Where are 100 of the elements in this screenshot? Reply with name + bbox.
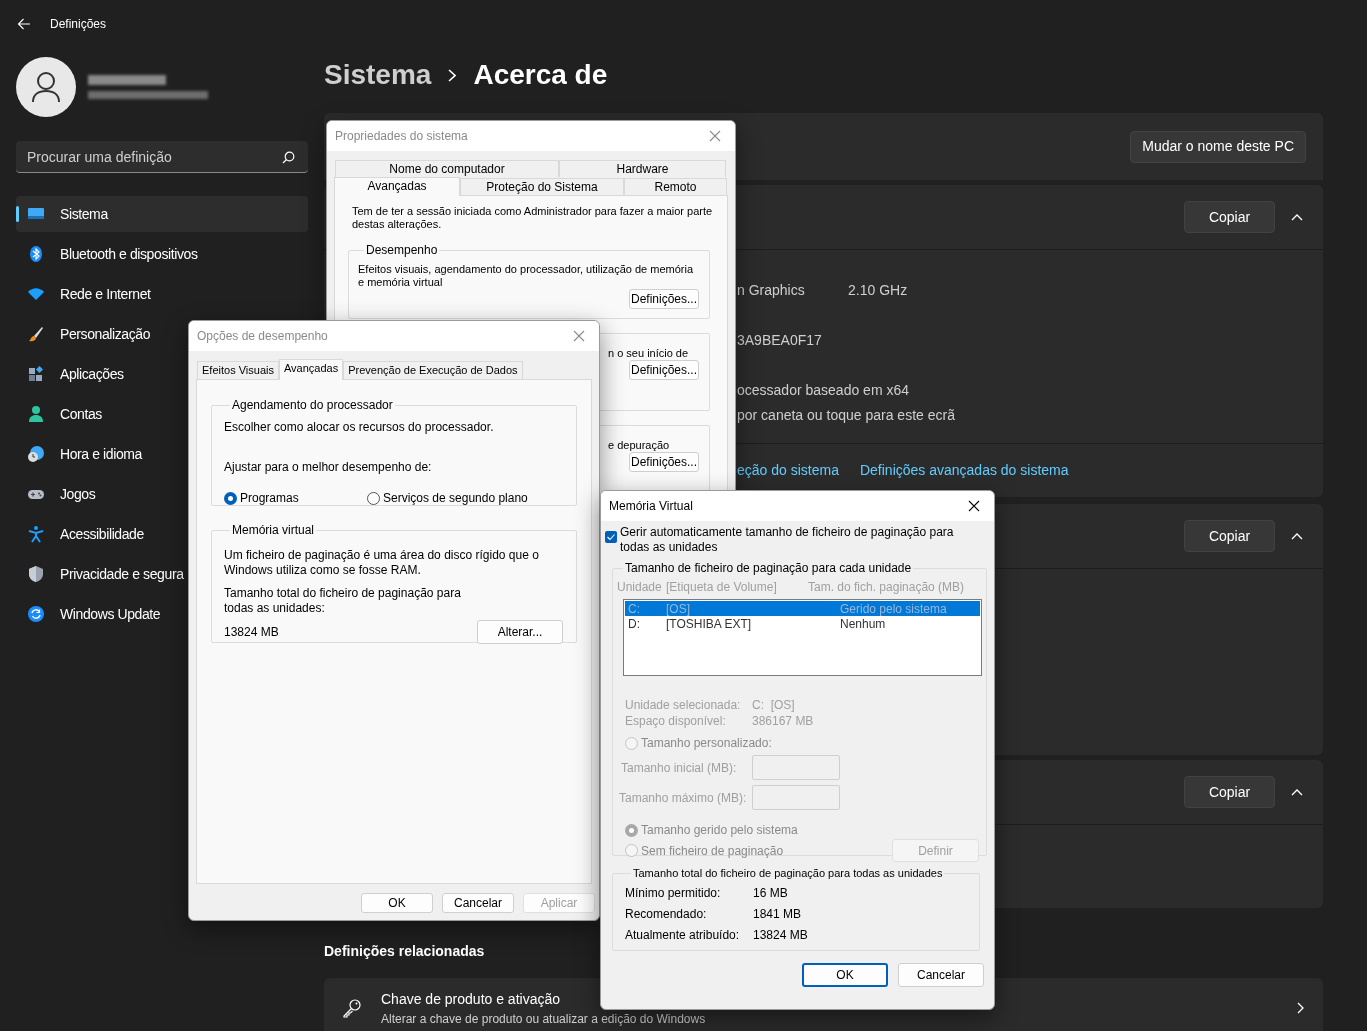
change-button[interactable]: Alterar... — [477, 620, 563, 644]
dialog-button[interactable]: Cancelar — [442, 893, 514, 913]
nav-item[interactable]: Rede e Internet — [16, 276, 308, 312]
settings-button[interactable]: Definições... — [629, 360, 699, 380]
expand-toggle[interactable] — [1289, 532, 1305, 540]
spec-value: 2.10 GHz — [848, 280, 908, 300]
chevron-up-icon — [1291, 532, 1303, 540]
group-text: e depuração — [608, 439, 670, 452]
group-title: Tamanho total do ficheiro de paginação para todas as unidades — [632, 866, 944, 881]
total-label: Mínimo permitido: — [625, 884, 722, 902]
expand-toggle[interactable] — [1289, 213, 1305, 221]
nav-item[interactable]: Bluetooth e dispositivos — [16, 236, 308, 272]
breadcrumb-parent[interactable]: Sistema — [324, 54, 432, 96]
search-field[interactable]: Procurar uma definição — [16, 141, 308, 173]
person-icon — [31, 71, 61, 103]
group-text: Um ficheiro de paginação é uma área do disco rígido que o Windows utiliza como se fosse RAM. — [224, 547, 540, 578]
tab[interactable]: Avançadas — [278, 359, 344, 380]
radio-button[interactable] — [224, 491, 237, 505]
page-title: Acerca de — [473, 58, 608, 92]
settings-button[interactable]: Definições... — [629, 289, 699, 309]
group-title: Tamanho de ficheiro de paginação para cada unidade — [624, 560, 913, 577]
setting-title: Chave de produto e ativação — [381, 989, 561, 1009]
chevron-right-icon — [1297, 1002, 1304, 1014]
total-value: 16 MB — [753, 884, 788, 902]
paintbrush-icon — [27, 325, 45, 343]
tab[interactable]: Avançadas — [334, 177, 460, 196]
copy-button[interactable]: Copiar — [1184, 201, 1275, 233]
drive-letter: C: — [628, 600, 641, 618]
tab[interactable]: Remoto — [624, 178, 727, 195]
accessibility-icon — [27, 525, 45, 543]
note-text: Tem de ter a sessão iniciada como Administrador para fazer a maior parte destas alterações. — [351, 205, 714, 231]
total-value: 13824 MB — [753, 926, 808, 944]
dialog-title: Opções de desempenho — [197, 328, 328, 345]
dialog-button[interactable]: OK — [361, 893, 433, 913]
detail-value: C: [OS] — [752, 697, 795, 714]
nav-item[interactable]: Sistema — [16, 196, 308, 232]
dialog-button[interactable]: OK — [802, 963, 888, 987]
rename-button[interactable]: Mudar o nome deste PC — [1130, 130, 1306, 163]
checkbox-label: Gerir automaticamente tamanho de ficheiro de paginação para todas as unidades — [620, 525, 955, 555]
radio-label: Tamanho personalizado: — [641, 735, 772, 752]
tab[interactable]: Proteção do Sistema — [460, 178, 624, 195]
radio-label: Sem ficheiro de paginação — [641, 842, 784, 860]
total-value: 1841 MB — [753, 905, 802, 923]
spec-value: ocessador baseado em x64 — [737, 380, 909, 400]
refresh-icon — [27, 605, 45, 623]
copy-button[interactable]: Copiar — [1184, 520, 1275, 552]
chevron-up-icon — [1291, 788, 1303, 796]
apps-icon — [27, 365, 45, 383]
settings-link[interactable]: Definições avançadas do sistema — [859, 460, 1069, 481]
key-icon — [342, 998, 362, 1018]
settings-link[interactable]: eção do sistema — [737, 460, 839, 481]
column-header: [Etiqueta de Volume] — [666, 579, 778, 596]
drive-letter: D: — [628, 615, 641, 633]
clock-icon — [27, 445, 45, 463]
total-label: Recomendado: — [625, 905, 708, 923]
group-text: Ajustar para o melhor desempenho de: — [224, 459, 433, 476]
selection-indicator — [16, 206, 19, 222]
tab[interactable]: Nome do computador — [335, 160, 559, 177]
group-text: Escolher como alocar os recursos do processador. — [224, 419, 495, 436]
dialog-title: Propriedades do sistema — [335, 128, 468, 145]
expand-toggle[interactable] — [1289, 788, 1305, 796]
dialog-button[interactable]: Cancelar — [898, 963, 984, 987]
app-title: Definições — [50, 16, 107, 33]
column-header: Tam. do fich. paginação (MB) — [808, 579, 965, 596]
copy-button[interactable]: Copiar — [1184, 776, 1275, 808]
chevron-up-icon — [1291, 213, 1303, 221]
spec-value: por caneta ou toque para este ecrã — [737, 405, 955, 425]
tab[interactable]: Prevenção de Execução de Dados — [343, 361, 523, 379]
total-size-value: 13824 MB — [224, 624, 279, 641]
field-label: Tamanho máximo (MB): — [619, 789, 748, 807]
setting-description: Alterar a chave de produto ou atualizar a edição do Windows — [381, 1010, 707, 1028]
paging-size: Gerido pelo sistema — [840, 600, 947, 618]
field-label: Tamanho inicial (MB): — [621, 759, 738, 777]
back-arrow-icon — [17, 18, 31, 30]
bluetooth-icon — [27, 245, 45, 263]
radio-label: Serviços de segundo plano — [383, 490, 528, 507]
search-icon — [282, 151, 295, 164]
group-title: Memória virtual — [231, 522, 316, 539]
radio-button[interactable] — [367, 491, 380, 505]
close-icon — [573, 330, 585, 342]
detail-value: 386167 MB — [752, 713, 814, 730]
wifi-icon — [27, 285, 45, 303]
detail-label: Unidade selecionada: — [625, 697, 742, 714]
group-text: Tamanho total do ficheiro de paginação para todas as unidades: — [224, 585, 462, 616]
settings-button[interactable]: Definições... — [629, 452, 699, 472]
checkmark-icon — [607, 534, 615, 540]
volume-label: [OS] — [666, 600, 691, 618]
dialog-title: Memória Virtual — [609, 498, 693, 515]
paging-size: Nenhum — [840, 616, 886, 633]
person-icon — [27, 405, 45, 423]
group-title: Desempenho — [365, 242, 439, 259]
tab[interactable]: Efeitos Visuais — [197, 361, 279, 379]
close-icon — [968, 500, 980, 512]
tab[interactable]: Hardware — [559, 160, 726, 177]
group-title: Agendamento do processador — [231, 397, 394, 414]
spec-value: n Graphics — [737, 280, 806, 300]
shield-icon — [27, 565, 45, 583]
checkbox[interactable] — [605, 531, 617, 543]
spec-value: 3A9BEA0F17 — [737, 330, 822, 350]
detail-label: Espaço disponível: — [625, 713, 727, 730]
